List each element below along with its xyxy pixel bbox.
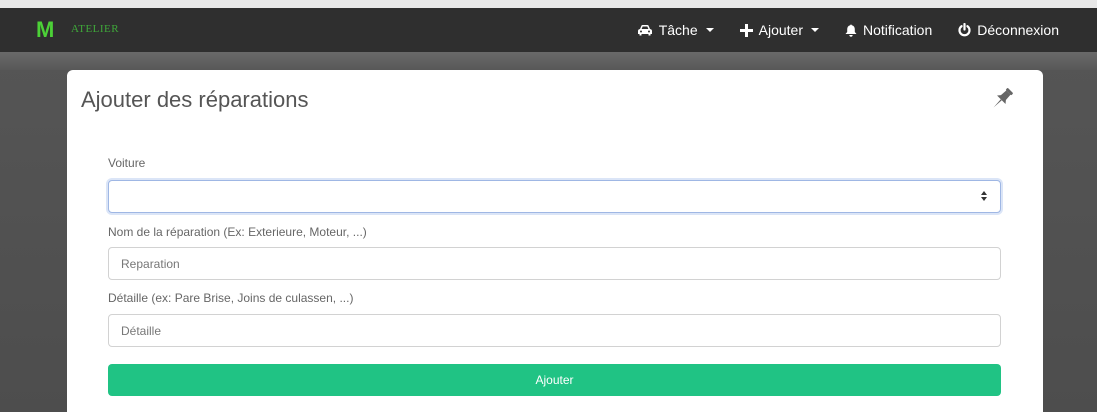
pin-icon bbox=[989, 86, 1015, 117]
reparation-name-input[interactable] bbox=[108, 247, 1001, 280]
nav-menu: Tâche Ajouter Notification Déconnexion bbox=[637, 8, 1059, 52]
nav-ajouter-label: Ajouter bbox=[758, 22, 803, 38]
navbar: M ATELIER Tâche Ajouter Notification Déc… bbox=[0, 8, 1097, 52]
ajouter-submit-button[interactable]: Ajouter bbox=[108, 364, 1001, 396]
page-title: Ajouter des réparations bbox=[81, 87, 309, 112]
brand-logo[interactable]: M bbox=[36, 17, 54, 43]
nav-ajouter-dropdown[interactable]: Ajouter bbox=[739, 22, 819, 38]
repair-form-card: Ajouter des réparations Voiture Nom de l… bbox=[67, 70, 1043, 412]
nav-deconnexion[interactable]: Déconnexion bbox=[958, 22, 1059, 38]
voiture-select[interactable] bbox=[108, 180, 1001, 213]
power-icon bbox=[958, 23, 971, 37]
plus-icon bbox=[739, 23, 753, 37]
nav-tache-dropdown[interactable]: Tâche bbox=[637, 22, 714, 38]
header-band bbox=[0, 52, 1097, 70]
reparation-name-label: Nom de la réparation (Ex: Exterieure, Mo… bbox=[108, 225, 367, 239]
nav-deconnexion-label: Déconnexion bbox=[977, 22, 1059, 38]
car-icon bbox=[637, 24, 653, 36]
voiture-label: Voiture bbox=[108, 156, 146, 170]
select-arrows-icon bbox=[980, 191, 988, 203]
detail-label: Détaille (ex: Pare Brise, Joins de culas… bbox=[108, 291, 354, 305]
caret-down-icon bbox=[811, 28, 819, 32]
nav-notification[interactable]: Notification bbox=[845, 22, 932, 38]
brand-name[interactable]: ATELIER bbox=[71, 23, 119, 35]
nav-tache-label: Tâche bbox=[658, 22, 698, 38]
nav-notification-label: Notification bbox=[863, 22, 933, 38]
detail-input[interactable] bbox=[108, 314, 1001, 347]
caret-down-icon bbox=[705, 28, 714, 32]
bell-icon bbox=[845, 24, 857, 37]
